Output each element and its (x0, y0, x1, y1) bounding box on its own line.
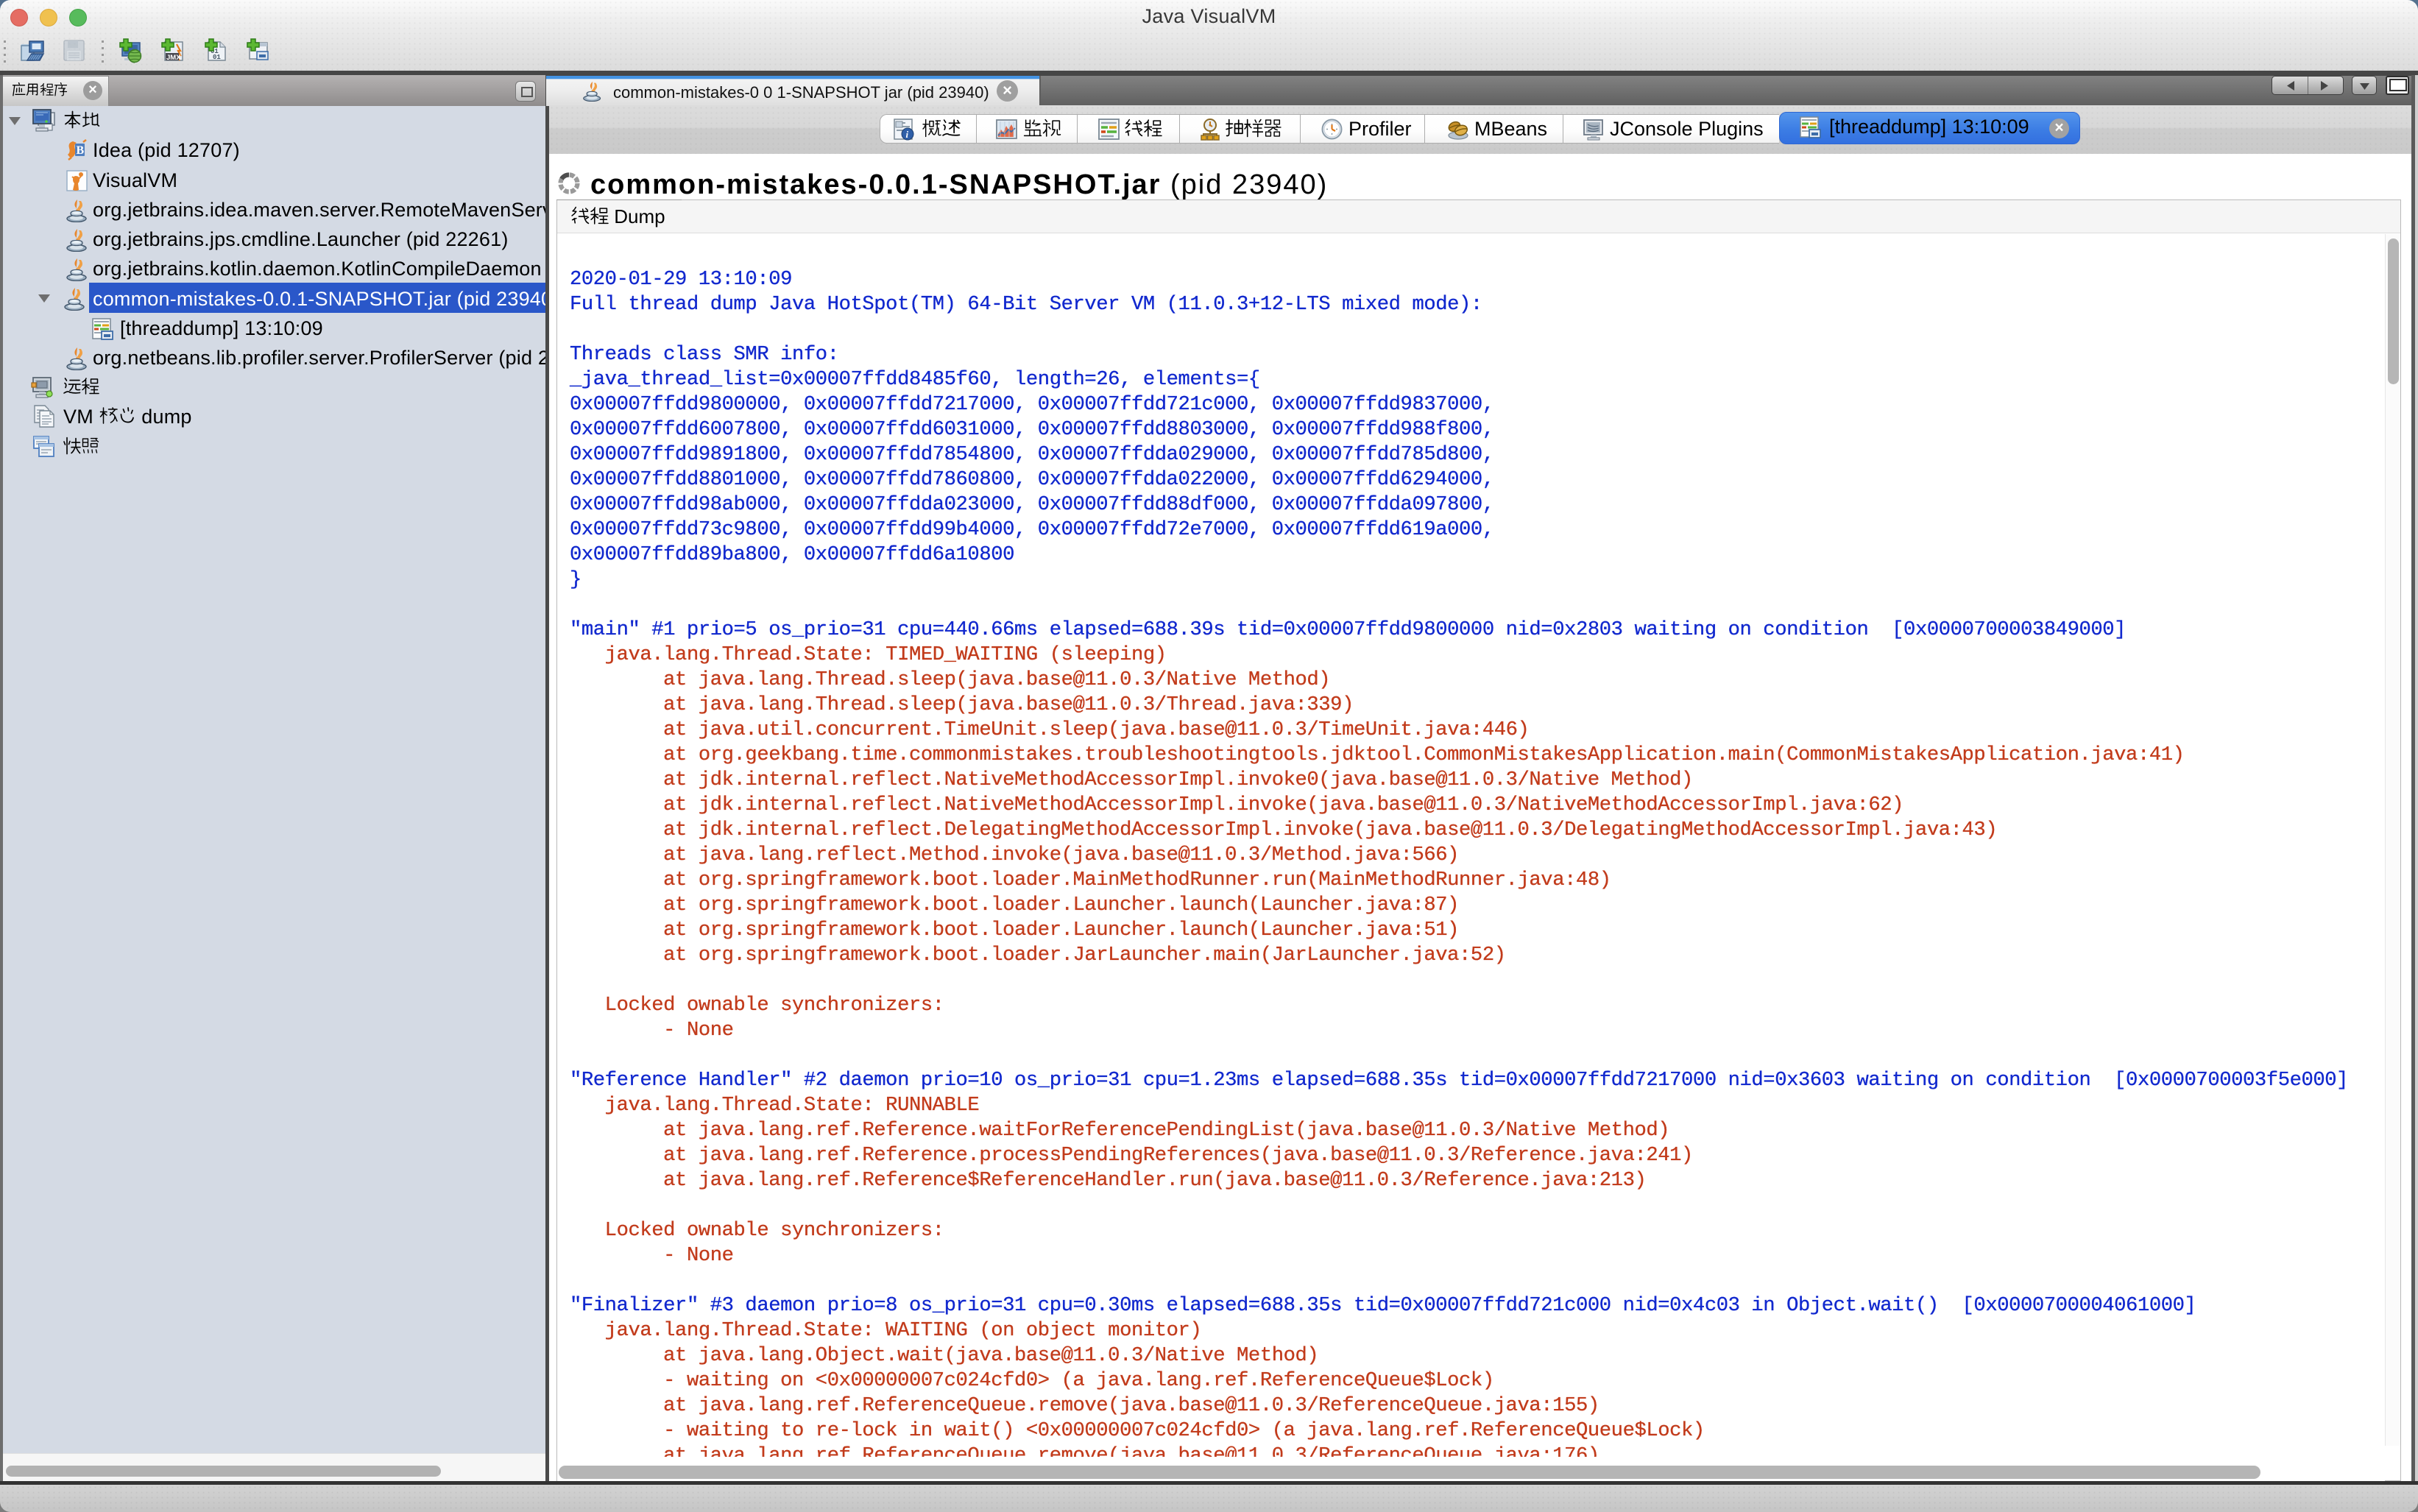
svg-text:JMX: JMX (166, 54, 181, 62)
svg-text:01: 01 (213, 54, 221, 61)
